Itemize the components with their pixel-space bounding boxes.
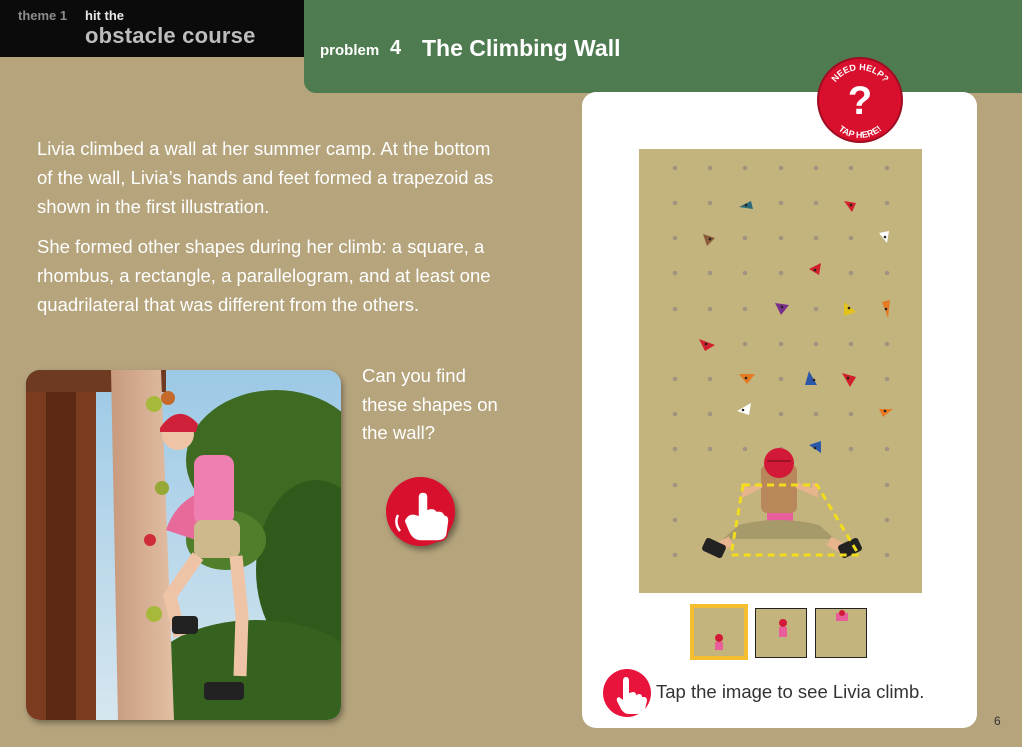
page-number: 6 — [994, 714, 1001, 728]
problem-number: 4 — [390, 37, 402, 59]
climbing-wall-illustration[interactable] — [639, 149, 922, 593]
tapping-hand-icon — [395, 491, 450, 542]
climber-photo-illustration — [26, 370, 341, 720]
thumbnail-illustration-3[interactable] — [815, 608, 867, 658]
livia-climber-figure — [702, 448, 862, 559]
theme-header: theme 1 hit the obstacle course — [0, 0, 304, 57]
problem-header: problem 4 The Climbing Wall — [304, 0, 1022, 93]
thumbnail-illustration-2[interactable] — [755, 608, 807, 658]
problem-title: The Climbing Wall — [422, 35, 621, 61]
shapes-paragraph: She formed other shapes during her climb… — [37, 236, 491, 315]
hint-text: Tap the image to see Livia climb. — [656, 681, 925, 702]
pointing-hand-icon — [616, 677, 647, 714]
prompt-question: Can you find these shapes on the wall? — [362, 365, 498, 443]
thumbnail-illustration-1[interactable] — [690, 604, 748, 660]
theme-number: theme 1 — [18, 8, 68, 23]
thumbnail-preview — [756, 609, 806, 657]
thumbnail-preview — [816, 609, 866, 657]
question-mark-icon: ? NEED HELP? TAP HERE! — [817, 57, 903, 143]
svg-text:?: ? — [848, 79, 872, 123]
need-help-button[interactable]: ? NEED HELP? TAP HERE! — [814, 54, 906, 146]
hint-button[interactable] — [603, 669, 651, 717]
climbing-holds — [699, 201, 893, 453]
animation-tap-button[interactable] — [386, 477, 455, 546]
theme-kicker: hit the — [85, 8, 124, 23]
problem-label: problem — [320, 42, 380, 59]
thumbnail-preview — [694, 608, 744, 656]
climbing-wall-svg — [672, 165, 893, 559]
climber-photo — [26, 370, 341, 720]
intro-paragraph: Livia climbed a wall at her summer camp.… — [37, 138, 494, 217]
theme-title: obstacle course — [85, 23, 256, 48]
